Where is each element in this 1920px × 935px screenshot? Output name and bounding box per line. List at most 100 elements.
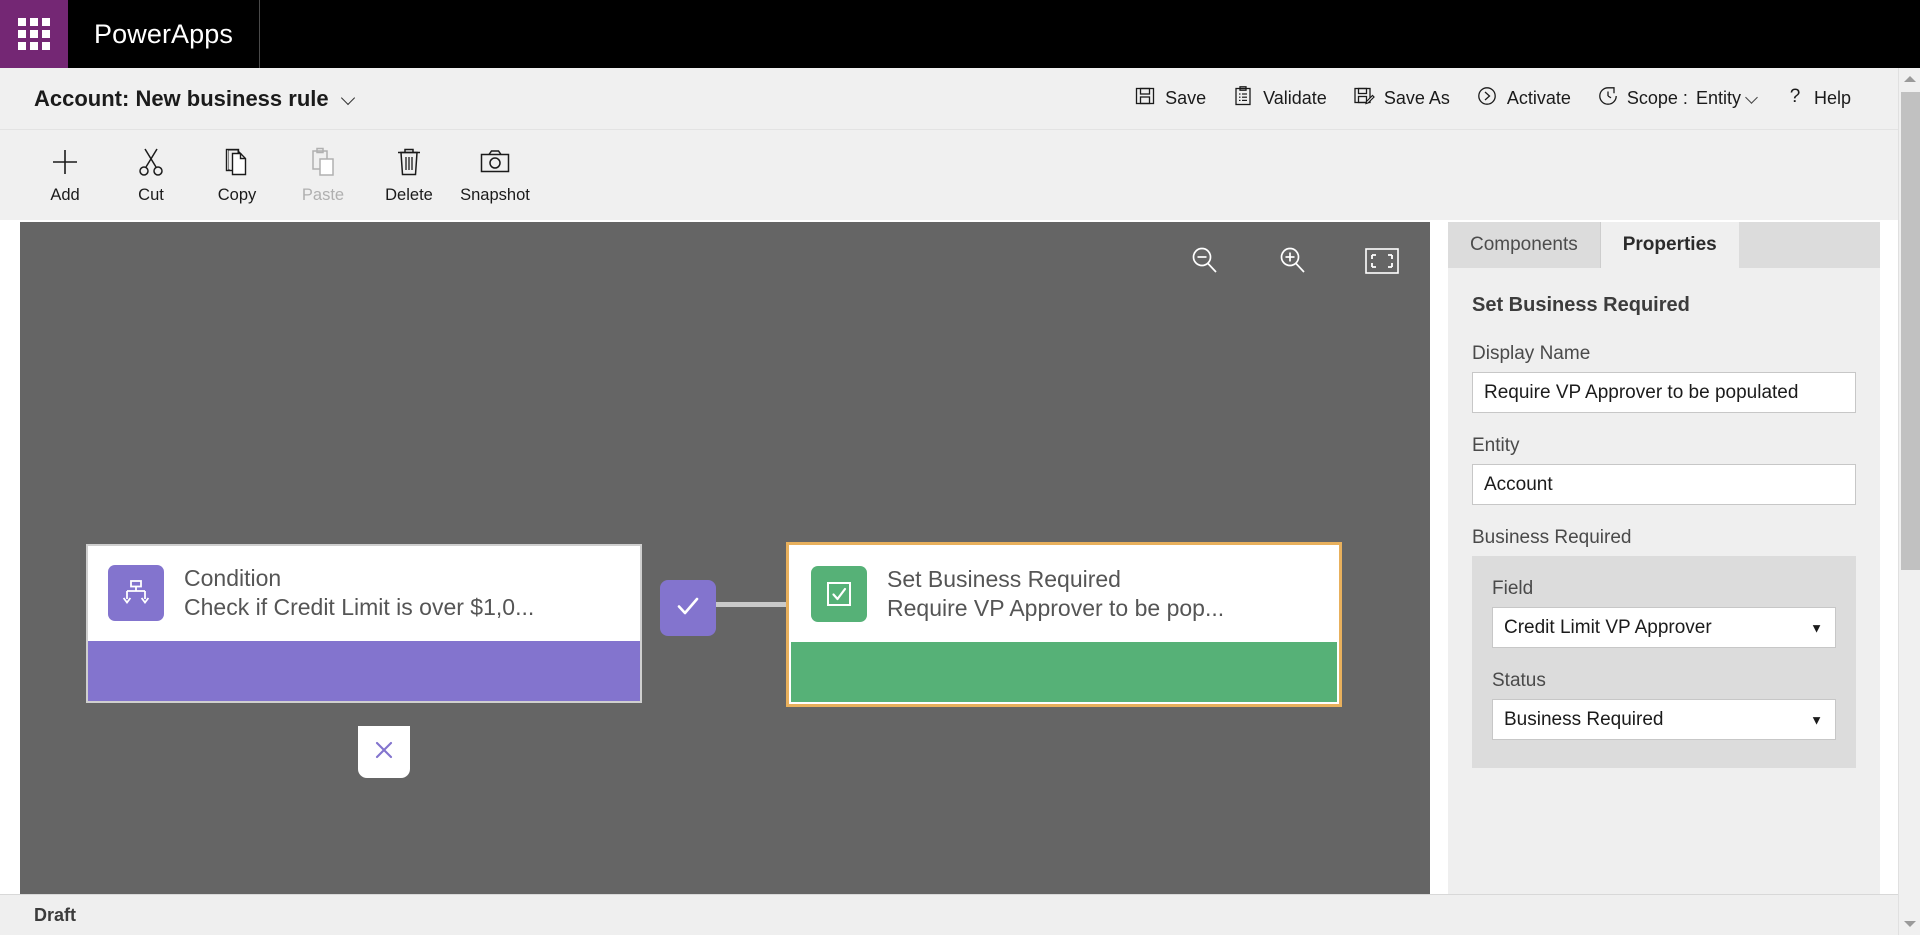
set-business-required-node[interactable]: Set Business Required Require VP Approve… [786,542,1342,707]
save-as-icon [1353,85,1375,112]
copy-button[interactable]: Copy [194,136,280,214]
status-bar: Draft [0,894,1898,935]
paste-button[interactable]: Paste [280,136,366,214]
tab-components[interactable]: Components [1448,222,1601,268]
rule-title-dropdown[interactable]: Account: New business rule [34,86,357,112]
tab-properties-label: Properties [1622,234,1717,255]
action-node-body: Set Business Required Require VP Approve… [791,547,1337,642]
action-node-inner: Set Business Required Require VP Approve… [789,545,1339,704]
help-button[interactable]: ? Help [1772,76,1864,121]
plus-icon [48,145,82,179]
condition-node-subtitle: Check if Credit Limit is over $1,0... [184,594,535,621]
app-launcher-icon[interactable] [0,0,68,68]
snapshot-button-label: Snapshot [460,186,530,204]
properties-panel-body: Set Business Required Display Name Entit… [1448,268,1880,768]
help-button-label: Help [1813,88,1851,108]
scroll-down-arrow-icon[interactable] [1899,913,1920,935]
field-select[interactable]: Credit Limit VP Approver [1492,607,1836,648]
status-badge: Draft [34,904,77,925]
save-icon [1134,85,1156,112]
delete-button-label: Delete [385,186,433,204]
display-name-label: Display Name [1472,343,1591,364]
magnifier-minus-icon[interactable] [1188,244,1222,278]
status-select[interactable]: Business Required [1492,699,1836,740]
business-required-section-label: Business Required [1472,527,1632,548]
checkmark-icon [672,590,704,627]
properties-heading: Set Business Required [1472,294,1690,316]
page-title: Account: New business rule [34,85,329,111]
condition-node-text: Condition Check if Credit Limit is over … [184,564,534,623]
canvas-zoom-controls [1188,244,1400,278]
cut-button[interactable]: Cut [108,136,194,214]
validate-button-label: Validate [1263,88,1327,108]
condition-branch-icon [108,565,164,622]
svg-text:?: ? [1790,86,1801,107]
paste-clipboard-icon [306,145,340,179]
top-app-bar: PowerApps [0,0,1920,68]
status-label: Status [1492,670,1546,691]
activate-button-label: Activate [1506,88,1571,108]
chevron-down-icon [341,91,357,107]
snapshot-button[interactable]: Snapshot [452,136,538,214]
editing-toolbar: Add Cut Copy Paste Delete Snapshot [0,130,1898,220]
scope-value: Entity [1695,88,1741,108]
delete-button[interactable]: Delete [366,136,452,214]
add-button[interactable]: Add [22,136,108,214]
activate-button[interactable]: Activate [1463,76,1584,121]
save-button[interactable]: Save [1121,76,1219,121]
display-name-input[interactable] [1472,372,1856,413]
condition-node-body: Condition Check if Credit Limit is over … [88,546,640,641]
fit-screen-icon[interactable] [1364,246,1400,276]
scope-value-group: Entity [1696,88,1759,109]
status-select-wrap: Business Required ▼ [1492,699,1836,740]
camera-icon [478,145,512,179]
tab-properties[interactable]: Properties [1600,222,1739,268]
panel-tabs: Components Properties [1448,222,1880,268]
tab-filler [1738,222,1880,268]
scope-selector[interactable]: Scope : Entity [1584,76,1772,121]
scope-clock-icon [1597,85,1619,112]
question-mark-icon: ? [1785,85,1805,112]
scrollbar-thumb[interactable] [1901,92,1920,570]
branch-yes-checkmark[interactable] [660,580,716,636]
validate-clipboard-icon [1232,85,1254,112]
copy-icon [220,145,254,179]
entity-label: Entity [1472,435,1520,456]
entity-input[interactable] [1472,464,1856,505]
action-node-title: Set Business Required [887,566,1121,592]
tab-components-label: Components [1470,234,1578,255]
paste-button-label: Paste [301,186,345,204]
field-select-wrap: Credit Limit VP Approver ▼ [1492,607,1836,648]
business-required-group: Field Credit Limit VP Approver ▼ Status … [1472,556,1856,768]
page-scrollbar[interactable] [1898,68,1920,935]
validate-button[interactable]: Validate [1219,76,1340,121]
save-as-button[interactable]: Save As [1340,76,1463,121]
brand-logo[interactable]: PowerApps [68,0,260,68]
scope-label: Scope : [1626,88,1688,108]
add-button-label: Add [50,186,80,204]
properties-panel: Components Properties Set Business Requi… [1448,222,1880,894]
scroll-up-arrow-icon[interactable] [1899,68,1920,90]
magnifier-plus-icon[interactable] [1276,244,1310,278]
close-x-icon [371,737,397,768]
action-node-text: Set Business Required Require VP Approve… [887,565,1224,624]
trash-icon [392,145,426,179]
waffle-grid [18,18,50,50]
action-node-footer [791,641,1337,702]
condition-node[interactable]: Condition Check if Credit Limit is over … [86,544,642,703]
business-rule-canvas[interactable]: Condition Check if Credit Limit is over … [20,222,1430,894]
scissors-icon [134,145,168,179]
save-button-label: Save [1165,88,1207,108]
branch-no-close[interactable] [358,726,410,778]
save-as-button-label: Save As [1383,88,1450,108]
activate-play-icon [1476,85,1498,112]
chevron-down-icon [1746,92,1759,105]
field-label: Field [1492,578,1534,599]
command-bar-actions: Save Validate Save As Activate Scope : E… [1121,76,1898,121]
status-select-value: Business Required [1504,708,1664,730]
copy-button-label: Copy [217,186,257,204]
action-node-subtitle: Require VP Approver to be pop... [887,595,1225,622]
condition-node-footer [88,640,640,701]
checkbox-checked-icon [811,566,867,623]
condition-node-title: Condition [184,565,282,591]
